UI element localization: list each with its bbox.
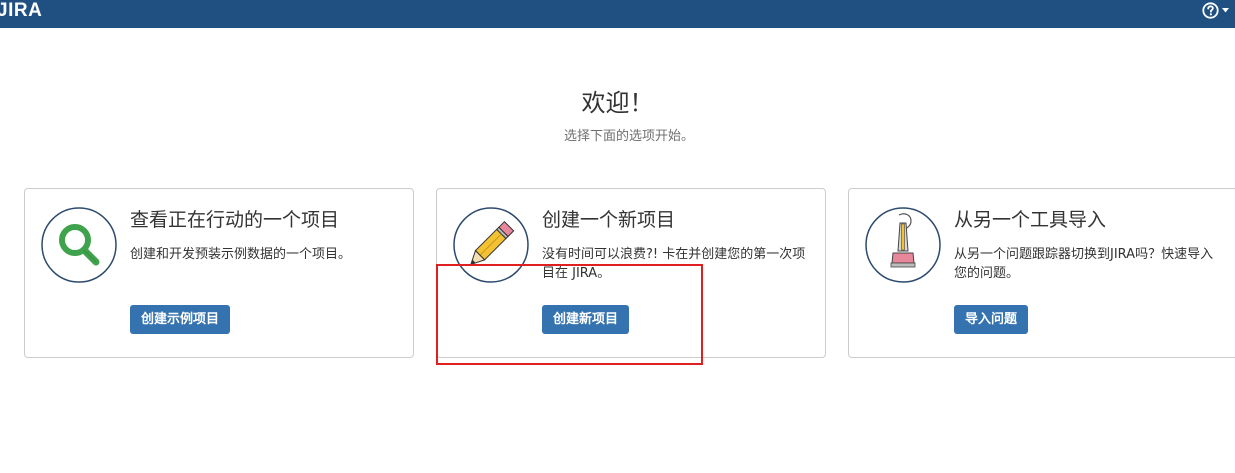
create-new-project-button[interactable]: 创建新项目 (542, 305, 630, 334)
card-title: 从另一个工具导入 (954, 209, 1107, 231)
import-card: 从另一个工具导入 从另一个问题跟踪器切换到JIRA吗？快速导入您的问题。 导入问… (848, 188, 1235, 358)
caret-down-icon[interactable] (1222, 7, 1229, 13)
new-project-card: 创建一个新项目 没有时间可以浪费?! 卡在并创建您的第一次项目在 JIRA。 创… (436, 188, 826, 358)
card-description: 从另一个问题跟踪器切换到JIRA吗？快速导入您的问题。 (954, 247, 1214, 281)
card-description: 创建和开发预装示例数据的一个项目。 (130, 247, 352, 262)
jira-logo[interactable]: JIRA (0, 1, 42, 21)
help-icon[interactable] (1202, 1, 1219, 19)
card-title: 创建一个新项目 (542, 209, 676, 231)
card-title: 查看正在行动的一个项目 (130, 209, 340, 231)
pencil-icon (453, 207, 529, 283)
help-menu[interactable] (1202, 0, 1229, 20)
welcome-title: 欢迎！ (581, 89, 654, 117)
welcome-subtitle: 选择下面的选项开始。 (563, 129, 694, 144)
top-navigation-bar: JIRA (0, 0, 1235, 28)
import-issues-button[interactable]: 导入问题 (954, 305, 1029, 334)
magnifier-icon (41, 207, 117, 283)
sample-project-card: 查看正在行动的一个项目 创建和开发预装示例数据的一个项目。 创建示例项目 (24, 188, 414, 358)
create-sample-project-button[interactable]: 创建示例项目 (130, 305, 231, 334)
vacuum-cleaner-icon (865, 207, 941, 283)
card-description: 没有时间可以浪费?! 卡在并创建您的第一次项目在 JIRA。 (542, 247, 806, 281)
